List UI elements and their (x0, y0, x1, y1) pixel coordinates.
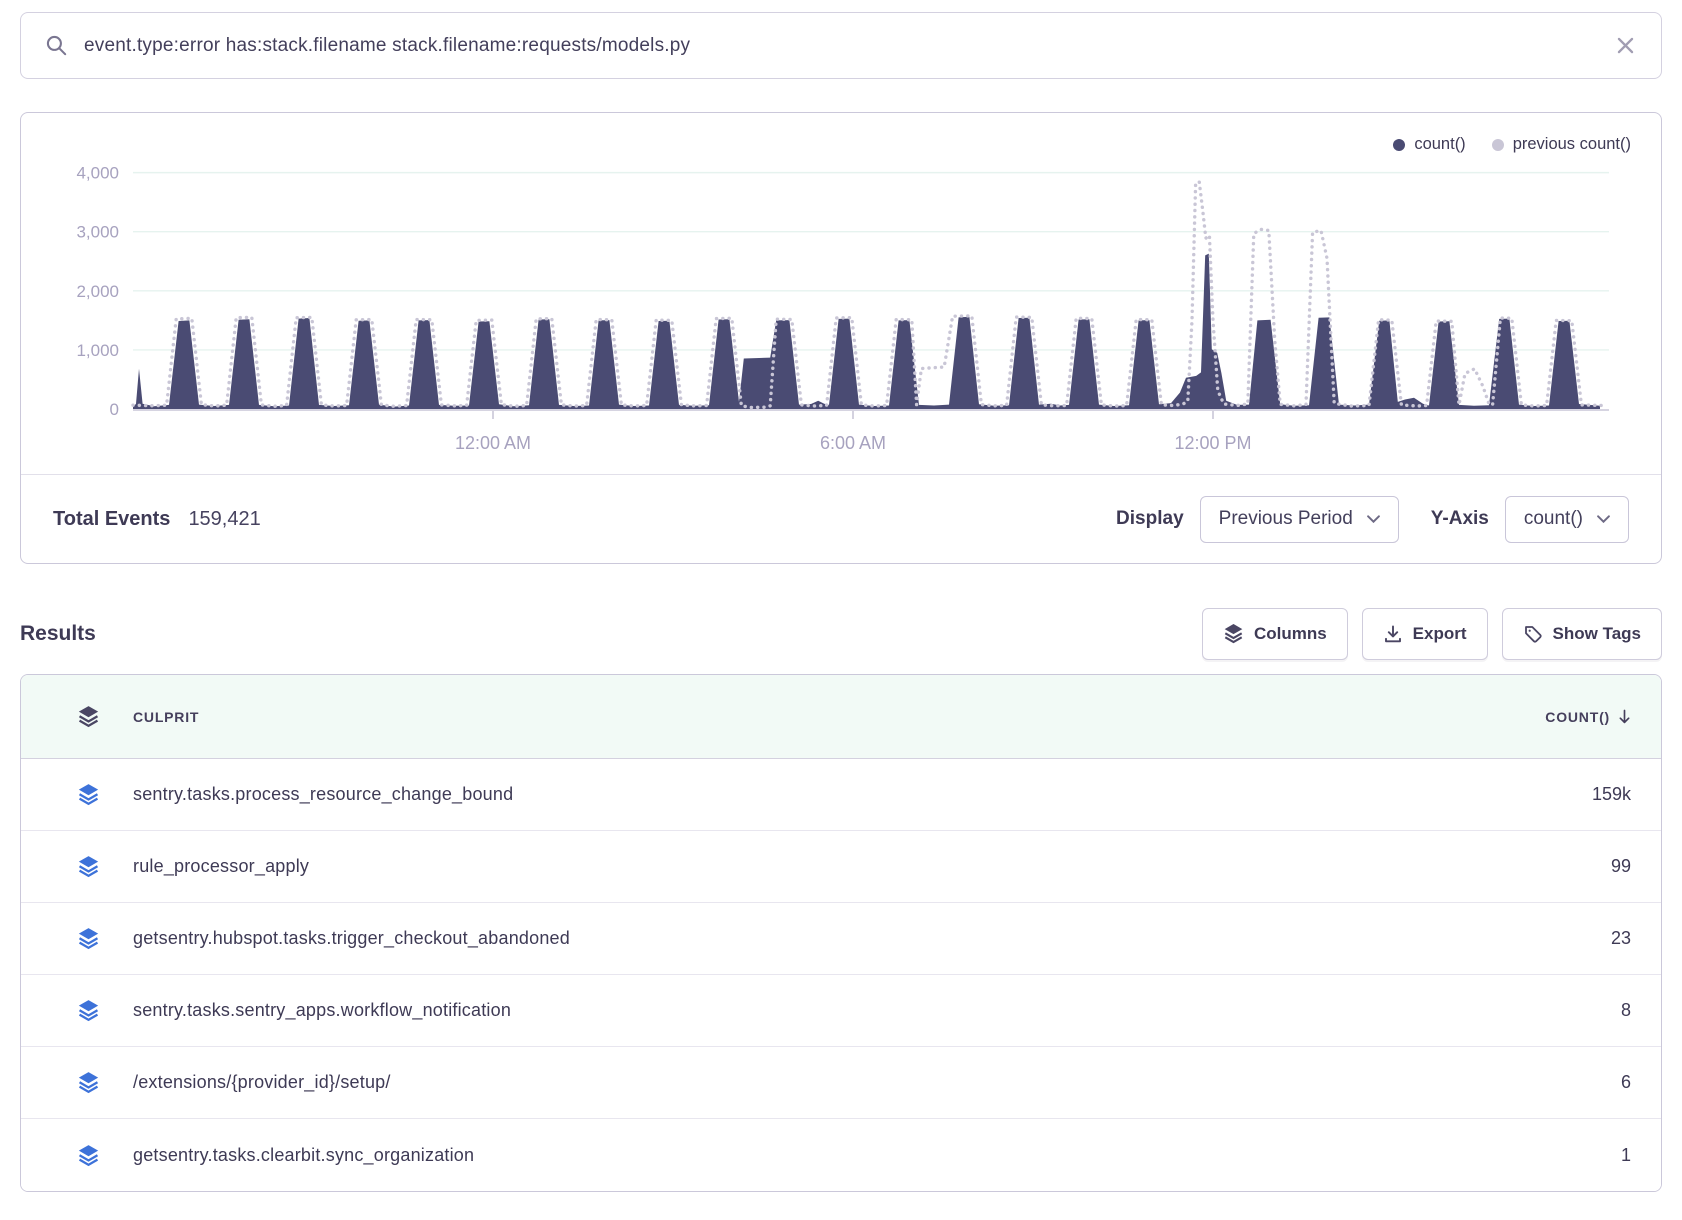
display-dropdown[interactable]: Previous Period (1200, 496, 1399, 543)
total-events-value: 159,421 (188, 508, 260, 531)
search-bar (20, 12, 1662, 79)
count-legend-label: count() (1414, 135, 1465, 154)
sort-desc-arrow-icon (1618, 709, 1631, 725)
layers-icon (77, 855, 133, 878)
y-axis-dropdown-value: count() (1524, 508, 1583, 530)
stack-icon (77, 705, 133, 728)
svg-text:3,000: 3,000 (76, 223, 119, 242)
layers-icon (77, 927, 133, 950)
chart-footer: Total Events 159,421 Display Previous Pe… (21, 474, 1661, 563)
count-cell: 6 (1621, 1072, 1631, 1093)
chevron-down-icon (1597, 515, 1610, 523)
tag-icon (1523, 624, 1543, 644)
column-header-culprit[interactable]: CULPRIT (133, 709, 1545, 725)
show-tags-button[interactable]: Show Tags (1502, 608, 1662, 660)
culprit-cell: sentry.tasks.process_resource_change_bou… (133, 784, 1592, 805)
table-row[interactable]: getsentry.hubspot.tasks.trigger_checkout… (21, 903, 1661, 975)
count-legend-dot (1393, 139, 1405, 151)
previous-count-legend-label: previous count() (1513, 135, 1631, 154)
chart-legend: count() previous count() (1393, 135, 1631, 154)
display-label: Display (1116, 508, 1184, 530)
discover-page: count() previous count() 0 1,000 2,000 3,00… (0, 0, 1682, 1220)
clear-search-icon[interactable] (1616, 36, 1635, 55)
events-chart-panel: count() previous count() 0 1,000 2,000 3,00… (20, 112, 1662, 564)
svg-text:1,000: 1,000 (76, 341, 119, 360)
table-row[interactable]: rule_processor_apply 99 (21, 831, 1661, 903)
search-input[interactable] (84, 35, 1600, 57)
count-cell: 99 (1611, 856, 1631, 877)
count-cell: 159k (1592, 784, 1631, 805)
layers-icon (77, 999, 133, 1022)
table-row[interactable]: getsentry.tasks.clearbit.sync_organizati… (21, 1119, 1661, 1191)
table-body: sentry.tasks.process_resource_change_bou… (21, 759, 1661, 1191)
table-row[interactable]: sentry.tasks.process_resource_change_bou… (21, 759, 1661, 831)
culprit-cell: getsentry.hubspot.tasks.trigger_checkout… (133, 928, 1611, 949)
layers-icon (77, 783, 133, 806)
results-heading: Results (20, 622, 96, 646)
search-icon (45, 34, 68, 57)
svg-text:12:00 AM: 12:00 AM (455, 433, 531, 453)
svg-text:12:00 PM: 12:00 PM (1174, 433, 1251, 453)
legend-item-count[interactable]: count() (1393, 135, 1465, 154)
count-cell: 8 (1621, 1000, 1631, 1021)
previous-count-legend-dot (1492, 139, 1504, 151)
svg-text:4,000: 4,000 (76, 164, 119, 183)
chevron-down-icon (1367, 515, 1380, 523)
events-area-chart: 0 1,000 2,000 3,000 4,000 12:00 AM 6:00 AM 12:0… (21, 113, 1661, 474)
svg-text:0: 0 (110, 400, 119, 419)
svg-text:2,000: 2,000 (76, 282, 119, 301)
legend-item-previous-count[interactable]: previous count() (1492, 135, 1631, 154)
count-cell: 1 (1621, 1145, 1631, 1166)
count-header-label: COUNT() (1545, 709, 1610, 725)
table-row[interactable]: /extensions/{provider_id}/setup/ 6 (21, 1047, 1661, 1119)
results-header: Results Columns Export (20, 605, 1662, 662)
show-tags-button-label: Show Tags (1553, 624, 1641, 644)
layers-icon (77, 1071, 133, 1094)
columns-button-label: Columns (1254, 624, 1327, 644)
culprit-cell: rule_processor_apply (133, 856, 1611, 877)
export-button[interactable]: Export (1362, 608, 1488, 660)
stack-icon (1223, 623, 1244, 644)
display-dropdown-value: Previous Period (1219, 508, 1353, 530)
columns-button[interactable]: Columns (1202, 608, 1348, 660)
table-row[interactable]: sentry.tasks.sentry_apps.workflow_notifi… (21, 975, 1661, 1047)
column-header-count[interactable]: COUNT() (1545, 709, 1631, 725)
count-cell: 23 (1611, 928, 1631, 949)
download-icon (1383, 624, 1403, 644)
table-header-row: CULPRIT COUNT() (21, 675, 1661, 759)
results-table: CULPRIT COUNT() sentry.tasks.process_res… (20, 674, 1662, 1192)
svg-text:6:00 AM: 6:00 AM (820, 433, 886, 453)
y-axis-dropdown[interactable]: count() (1505, 496, 1629, 543)
total-events-label: Total Events (53, 508, 170, 531)
culprit-cell: getsentry.tasks.clearbit.sync_organizati… (133, 1145, 1621, 1166)
culprit-cell: sentry.tasks.sentry_apps.workflow_notifi… (133, 1000, 1621, 1021)
export-button-label: Export (1413, 624, 1467, 644)
y-axis-label: Y-Axis (1431, 508, 1489, 530)
culprit-cell: /extensions/{provider_id}/setup/ (133, 1072, 1621, 1093)
layers-icon (77, 1144, 133, 1167)
